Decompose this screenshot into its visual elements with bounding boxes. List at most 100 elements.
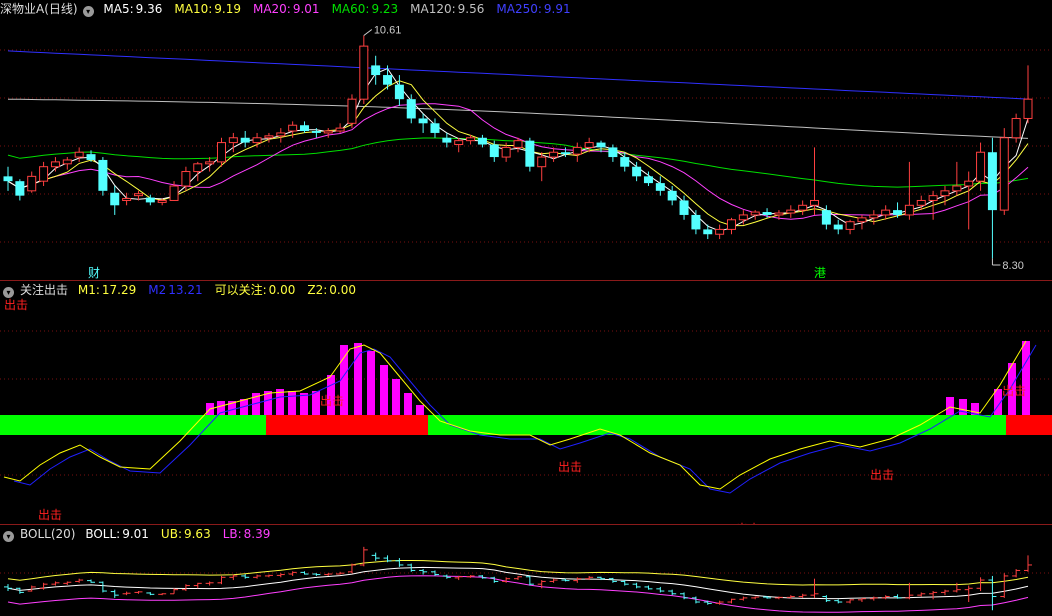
ohlc-bar <box>1024 555 1032 572</box>
candle-body <box>74 151 84 158</box>
candle <box>904 161 914 220</box>
indicator-value: 8.39 <box>243 527 271 541</box>
candle-body <box>98 159 108 191</box>
candle-body <box>1023 98 1033 119</box>
indicator-value: 9.01 <box>122 527 149 541</box>
indicator-label: MA10: <box>174 2 213 16</box>
candle <box>810 147 820 215</box>
candle-body <box>774 212 784 216</box>
ohlc-bar <box>300 571 309 575</box>
candle-body <box>110 192 120 206</box>
candle-body <box>50 161 60 168</box>
candle-body <box>976 151 986 182</box>
indicator-value: 9.63 <box>183 527 211 541</box>
main-kline-panel[interactable]: 10.61 8.30 财港 深物业A(日线) ▾ MA5: 9.36 MA10: 9.19 M… <box>0 0 1052 280</box>
indicator-panel[interactable]: 出击出击出击出击出击出击出击 ▾关注出击 M1:17.29M213.21可以关注… <box>0 281 1052 524</box>
indicator-readout: UB: 9.63 <box>161 527 217 541</box>
candle-body <box>371 65 381 76</box>
candle-body <box>430 123 440 133</box>
indicator-label: M2 <box>148 283 167 297</box>
candle-body <box>893 210 903 215</box>
histogram-bar <box>416 405 424 415</box>
candle <box>1011 113 1021 143</box>
candle-body <box>335 127 345 132</box>
candle <box>264 132 274 143</box>
indicator-panel-title: 关注出击 <box>20 283 69 297</box>
candle-body <box>857 217 867 223</box>
candle-body <box>62 159 72 165</box>
signal-label: 出击 <box>558 460 582 474</box>
candle-body <box>1011 117 1021 139</box>
candle <box>394 75 404 106</box>
candle <box>371 55 381 85</box>
indicator-chart[interactable]: 出击出击出击出击出击出击出击 <box>0 281 1052 524</box>
candle-body <box>205 161 215 165</box>
chevron-down-icon[interactable]: ▾ <box>3 531 14 542</box>
ohlc-bar <box>644 585 653 590</box>
ohlc-bar <box>134 591 143 594</box>
candle <box>276 128 286 143</box>
candle <box>857 214 867 230</box>
candle-body <box>810 199 820 206</box>
candle-body <box>157 199 167 203</box>
ohlc-bar <box>798 593 807 598</box>
candle <box>750 210 760 220</box>
indicator-readout: LB: 8.39 <box>223 527 277 541</box>
chevron-down-icon[interactable]: ▾ <box>82 6 94 17</box>
indicator-label: MA20: <box>252 2 291 16</box>
indicator-value: 13.21 <box>168 283 203 297</box>
ohlc-bar <box>573 577 582 583</box>
candle <box>442 132 452 148</box>
candle <box>845 219 855 235</box>
candle-body <box>466 137 476 142</box>
ohlc-bar <box>810 578 819 598</box>
ohlc-bar <box>110 589 119 598</box>
candle <box>525 137 535 172</box>
candle-body <box>86 154 96 160</box>
ma120-line <box>7 98 1029 139</box>
ohlc-bar <box>549 578 558 583</box>
candle <box>359 35 369 104</box>
indicator-label: UB: <box>160 527 182 541</box>
histogram-bar <box>288 391 296 415</box>
candle-body <box>264 135 274 139</box>
ohlc-bar <box>312 573 321 576</box>
event-marker: 港 <box>814 266 826 280</box>
ohlc-bar <box>229 574 238 581</box>
candle-body <box>300 125 310 132</box>
candle <box>608 144 618 162</box>
candle <box>477 134 487 148</box>
candle-body <box>762 212 772 215</box>
boll-panel[interactable]: ▾ BOLL(20) BOLL: 9.01 UB: 9.63 LB: 8.39 <box>0 525 1052 616</box>
candle-body <box>323 130 333 134</box>
indicator-readout: MA5: 9.36 <box>103 2 168 16</box>
candle <box>1023 65 1033 124</box>
candle-body <box>39 166 49 182</box>
boll-panel-header: ▾ BOLL(20) BOLL: 9.01 UB: 9.63 LB: 8.39 <box>0 525 282 543</box>
ohlc-bar <box>846 599 855 604</box>
candle <box>15 179 25 201</box>
candle-body <box>608 147 618 158</box>
candle-body <box>726 219 736 230</box>
ohlc-bar <box>63 581 72 585</box>
indicator-value: 17.29 <box>101 283 137 297</box>
ohlc-bar <box>217 575 226 585</box>
ohlc-bar <box>181 584 190 592</box>
candle-body <box>916 199 926 206</box>
indicator-label: M1: <box>77 283 100 297</box>
histogram-bar <box>946 397 954 415</box>
indicator-readout: MA250: 9.91 <box>496 2 576 16</box>
candle-body <box>347 98 357 124</box>
candle <box>489 140 499 162</box>
candle-body <box>750 211 760 216</box>
candle-body <box>643 176 653 184</box>
candle <box>999 128 1009 215</box>
candle-body <box>679 200 689 215</box>
candle-body <box>584 142 594 148</box>
candle <box>726 217 736 235</box>
kline-chart[interactable]: 10.61 8.30 财 港 <box>0 0 1052 280</box>
histogram-bar <box>392 379 400 415</box>
candle-body <box>311 131 321 133</box>
ohlc-bar <box>514 575 522 581</box>
chevron-down-icon[interactable]: ▾ <box>3 287 14 298</box>
